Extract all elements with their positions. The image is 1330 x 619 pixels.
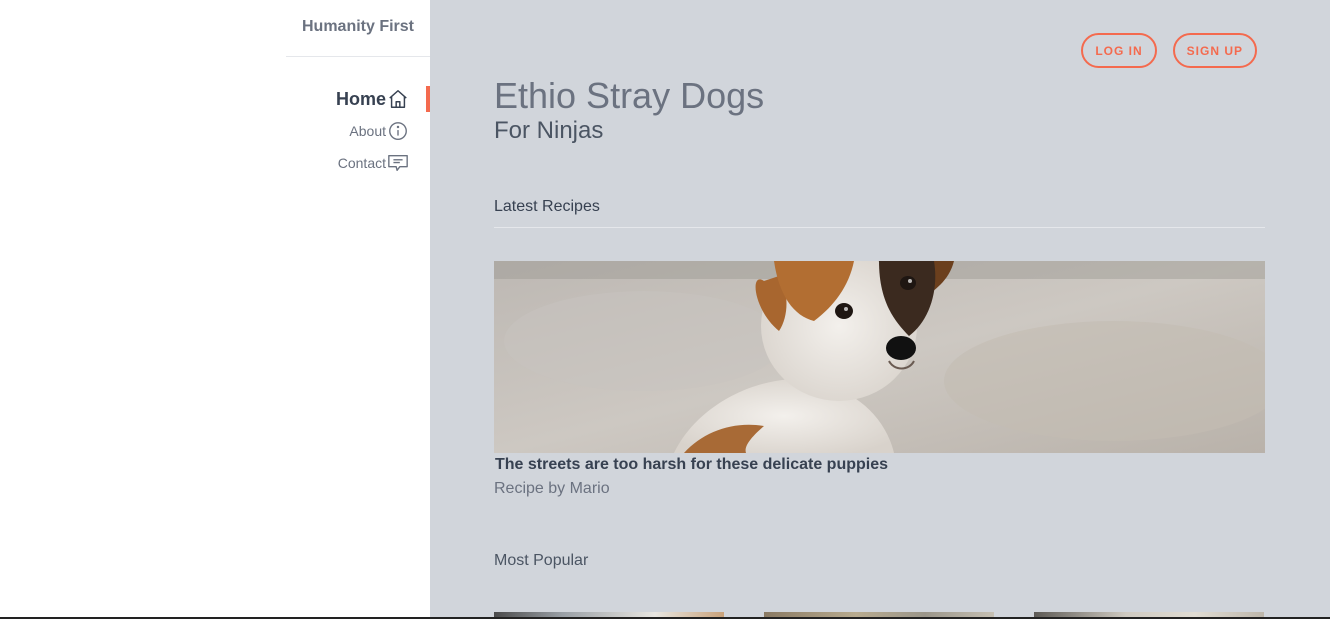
nav-home-label: Home bbox=[335, 88, 386, 109]
sidebar: Humanity First Home About Contact bbox=[0, 0, 430, 617]
nav-item-about[interactable]: About bbox=[286, 116, 430, 146]
signup-button[interactable]: SIGN UP bbox=[1172, 33, 1257, 68]
card-byline: Recipe by Mario bbox=[494, 480, 610, 497]
popular-heading: Most Popular bbox=[494, 552, 589, 569]
nav-contact-label: Contact bbox=[337, 155, 386, 171]
sidebar-nav: Home About Contact bbox=[286, 84, 430, 180]
latest-heading: Latest Recipes bbox=[494, 198, 1265, 228]
chat-icon bbox=[387, 152, 409, 174]
nav-item-contact[interactable]: Contact bbox=[286, 148, 430, 178]
card-title[interactable]: The streets are too harsh for these deli… bbox=[495, 456, 888, 474]
nav-about-label: About bbox=[349, 123, 386, 139]
main-content: LOG IN SIGN UP Ethio Stray Dogs For Ninj… bbox=[430, 0, 1330, 617]
page-header: Ethio Stray Dogs For Ninjas bbox=[494, 76, 764, 146]
page-title: Ethio Stray Dogs bbox=[494, 75, 765, 116]
page-subtitle: For Ninjas bbox=[494, 117, 604, 144]
puppy-image[interactable] bbox=[494, 261, 1265, 453]
nav-item-home[interactable]: Home bbox=[286, 84, 430, 114]
brand-name[interactable]: Humanity First bbox=[302, 18, 414, 36]
brand[interactable]: Humanity First bbox=[286, 0, 430, 57]
auth-buttons: LOG IN SIGN UP bbox=[1081, 33, 1257, 68]
home-icon bbox=[387, 88, 409, 110]
info-icon bbox=[387, 120, 409, 142]
login-button[interactable]: LOG IN bbox=[1081, 33, 1157, 68]
